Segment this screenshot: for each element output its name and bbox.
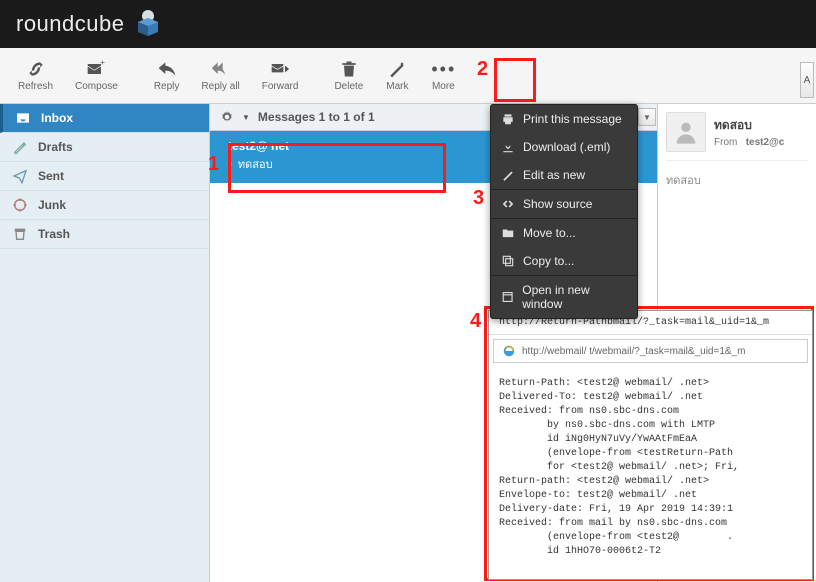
menu-edit[interactable]: Edit as new (491, 161, 637, 189)
reply-button[interactable]: Reply (144, 55, 190, 96)
collapse-toggle[interactable]: ▼ (638, 108, 656, 126)
refresh-icon (24, 59, 48, 79)
folder-drafts[interactable]: Drafts (0, 133, 209, 162)
cube-icon (132, 8, 164, 40)
refresh-button[interactable]: Refresh (8, 55, 63, 96)
trash-icon (337, 59, 361, 79)
user-icon (672, 118, 700, 146)
forward-button[interactable]: Forward (252, 55, 309, 96)
trash-folder-icon (12, 226, 28, 242)
preview-subject: ทดสอบ (666, 171, 808, 189)
menu-move[interactable]: Move to... (491, 219, 637, 247)
chevron-down-icon[interactable]: ▼ (242, 113, 250, 122)
toolbar: Refresh + Compose Reply Reply all Forwar… (0, 48, 816, 104)
source-window: http://Return-Pathbmail/?_task=mail&_uid… (488, 310, 813, 580)
source-address-bar[interactable]: http://webmail/ t/webmail/?_task=mail&_u… (493, 339, 808, 363)
reply-icon (155, 59, 179, 79)
print-icon (501, 112, 515, 126)
app-name: roundcube (16, 11, 124, 37)
folder-trash[interactable]: Trash (0, 220, 209, 249)
folder-inbox[interactable]: Inbox (0, 104, 209, 133)
preview-header: ทดสอบ From test2@c (666, 112, 808, 161)
more-icon: ••• (431, 59, 455, 79)
copy-icon (501, 254, 515, 268)
folder-list: Inbox Drafts Sent Junk Trash (0, 104, 210, 582)
compose-icon: + (84, 59, 108, 79)
reply-all-button[interactable]: Reply all (191, 55, 249, 96)
account-dropdown[interactable]: A (800, 62, 814, 98)
compose-button[interactable]: + Compose (65, 55, 128, 96)
list-count: Messages 1 to 1 of 1 (258, 110, 375, 124)
download-icon (501, 140, 515, 154)
avatar (666, 112, 706, 152)
folder-sent[interactable]: Sent (0, 162, 209, 191)
app-logo: roundcube (16, 8, 164, 40)
preview-meta: ทดสอบ From test2@c (714, 116, 808, 148)
menu-print[interactable]: Print this message (491, 105, 637, 133)
svg-text:+: + (101, 59, 106, 67)
source-icon (501, 197, 515, 211)
pencil-icon (12, 139, 28, 155)
more-button[interactable]: ••• More (421, 55, 465, 96)
mark-button[interactable]: Mark (375, 55, 419, 96)
newwin-icon (501, 290, 514, 304)
menu-new-window[interactable]: Open in new window (491, 276, 637, 318)
inbox-icon (15, 110, 31, 126)
move-icon (501, 226, 515, 240)
reply-all-icon (209, 59, 233, 79)
more-menu: Print this message Download (.eml) Edit … (490, 104, 638, 319)
menu-copy[interactable]: Copy to... (491, 247, 637, 275)
sent-icon (12, 168, 28, 184)
folder-junk[interactable]: Junk (0, 191, 209, 220)
mark-icon (385, 59, 409, 79)
edit-icon (501, 168, 515, 182)
preview-name: ทดสอบ (714, 116, 808, 135)
forward-icon (268, 59, 292, 79)
gear-icon[interactable] (220, 110, 234, 124)
menu-download[interactable]: Download (.eml) (491, 133, 637, 161)
menu-show-source[interactable]: Show source (491, 190, 637, 218)
top-bar: roundcube (0, 0, 816, 48)
delete-button[interactable]: Delete (324, 55, 373, 96)
preview-from: From test2@c (714, 137, 808, 148)
source-body: Return-Path: <test2@ webmail/ .net> Deli… (489, 367, 812, 569)
junk-icon (12, 197, 28, 213)
ie-icon (502, 344, 516, 358)
